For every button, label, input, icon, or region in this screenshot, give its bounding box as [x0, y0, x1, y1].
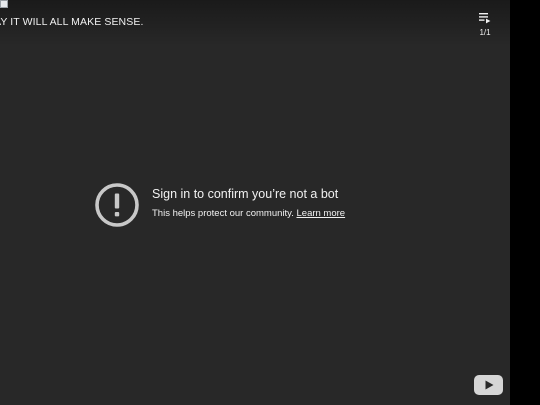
youtube-logo-button[interactable]: [474, 375, 503, 395]
error-message: Sign in to confirm you’re not a bot This…: [94, 182, 454, 228]
playlist-button[interactable]: 1/1: [472, 10, 498, 40]
error-text: This helps protect our community.: [152, 208, 294, 219]
youtube-logo-icon: [474, 375, 503, 395]
playlist-count: 1/1: [479, 28, 491, 37]
letterbox-strip: [510, 0, 540, 405]
video-player[interactable]: AY IT WILL ALL MAKE SENSE. 1/1 Sign in t…: [0, 0, 510, 405]
playlist-icon: [479, 13, 491, 24]
error-title: Sign in to confirm you’re not a bot: [152, 187, 339, 201]
learn-more-link[interactable]: Learn more: [297, 208, 346, 219]
broken-image-icon: [0, 0, 14, 8]
error-subtitle: This helps protect our community. Learn …: [152, 208, 345, 219]
alert-icon: [95, 183, 139, 227]
video-title[interactable]: AY IT WILL ALL MAKE SENSE.: [0, 16, 143, 28]
